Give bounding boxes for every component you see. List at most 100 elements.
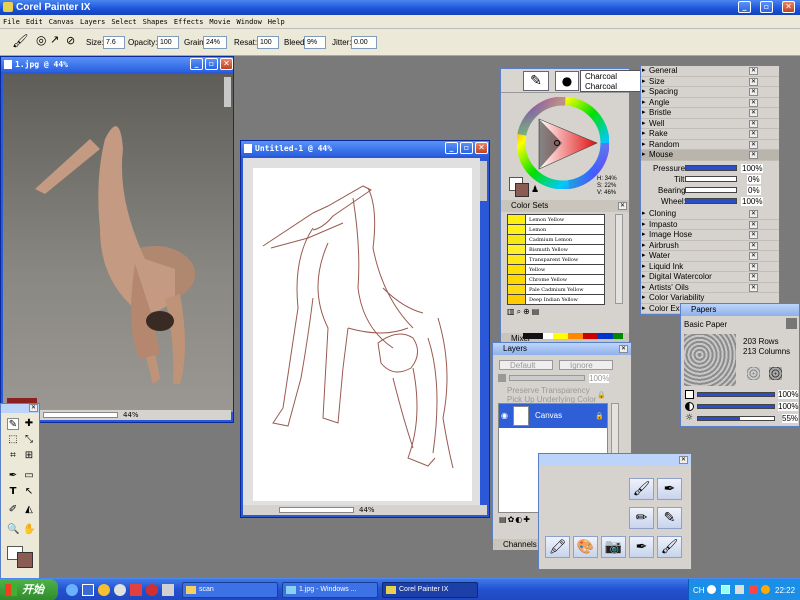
bearing-value[interactable]: 0%	[747, 186, 761, 195]
section-water[interactable]: Water✕	[641, 251, 779, 262]
doc1-zoom-slider[interactable]	[43, 412, 118, 418]
media-quicklaunch-icon[interactable]	[130, 584, 142, 596]
paper-scale-slider[interactable]	[697, 392, 775, 397]
close-icon[interactable]: ✕	[749, 98, 758, 107]
brush-category-name[interactable]: Charcoal	[585, 72, 617, 81]
rect-select-tool-icon[interactable]: ⬚	[7, 434, 19, 446]
layer-opacity-value[interactable]: 100%	[589, 374, 610, 383]
app2-quicklaunch-icon[interactable]	[162, 584, 174, 596]
section-color-variability[interactable]: Color Variability	[641, 293, 779, 304]
doc1-maximize-button[interactable]: ▫	[205, 58, 218, 70]
grabber-tool-icon[interactable]: ✋	[23, 524, 35, 536]
crop-tool-icon[interactable]: ⌗	[7, 450, 19, 462]
text-tool-icon[interactable]: T	[7, 486, 19, 498]
section-cloning[interactable]: Cloning✕	[641, 209, 779, 220]
layer-commands-icon[interactable]: ▤	[499, 515, 508, 524]
menu-edit[interactable]: Edit	[23, 15, 46, 29]
section-impasto[interactable]: Impasto✕	[641, 220, 779, 230]
close-icon[interactable]: ✕	[749, 252, 758, 260]
qq-quicklaunch-icon[interactable]	[114, 584, 126, 596]
section-artists-oils[interactable]: Artists' Oils✕	[641, 283, 779, 293]
jitter-field[interactable]: 0.00	[351, 36, 377, 49]
doc2-canvas-area[interactable]	[243, 158, 480, 508]
invert-paper-icon[interactable]	[747, 367, 760, 380]
menu-window[interactable]: Window	[234, 15, 265, 29]
ink-brush-icon[interactable]: ✒	[629, 536, 654, 558]
color-set-row[interactable]: Yellow	[507, 264, 605, 275]
layers-close-icon[interactable]: ✕	[619, 345, 628, 353]
image-hose-brush-icon[interactable]: 🎨	[573, 536, 598, 558]
composite-depth-select[interactable]: Ignore	[559, 360, 613, 370]
close-button[interactable]: ✕	[782, 1, 795, 13]
menu-select[interactable]: Select	[108, 15, 139, 29]
paint-bucket-tool-icon[interactable]: ◭	[23, 504, 35, 516]
main-color-swatch[interactable]	[17, 552, 33, 568]
paper-library-icon[interactable]	[786, 318, 797, 329]
section-liquid-ink[interactable]: Liquid Ink✕	[641, 262, 779, 272]
doc2-minimize-button[interactable]: _	[445, 142, 458, 154]
menu-canvas[interactable]: Canvas	[46, 15, 77, 29]
volume-tray-icon[interactable]	[735, 585, 744, 594]
lasso-tool-icon[interactable]: ⤡	[23, 434, 35, 446]
start-button[interactable]: 开始	[0, 579, 58, 600]
antivirus-tray-icon[interactable]	[761, 585, 770, 594]
section-size[interactable]: Size✕	[641, 77, 779, 87]
minimize-button[interactable]: _	[738, 1, 751, 13]
size-field[interactable]: 7.6	[103, 36, 125, 49]
doc1-minimize-button[interactable]: _	[190, 58, 203, 70]
pressure-slider[interactable]	[685, 165, 737, 171]
network-tray-icon[interactable]	[721, 585, 730, 594]
transform-tool-icon[interactable]: ⊞	[23, 450, 35, 462]
color-sets-title-bar[interactable]: Color Sets ✕	[501, 200, 629, 212]
brush-library-close-icon[interactable]: ✕	[679, 456, 688, 464]
brush-variant-icon[interactable]: ●	[555, 71, 579, 91]
menu-help[interactable]: Help	[265, 15, 288, 29]
taskbar-item-picture-viewer[interactable]: 1.jpg - Windows ...	[282, 582, 378, 598]
shape-tool-icon[interactable]: ▭	[23, 470, 35, 482]
paper-brightness-value[interactable]: 55%	[782, 414, 799, 423]
doc2-zoom-slider[interactable]	[279, 507, 354, 513]
color-set-row[interactable]: Lemon	[507, 224, 605, 235]
close-icon[interactable]: ✕	[749, 283, 758, 292]
menu-layers[interactable]: Layers	[77, 15, 108, 29]
layer-lock-icon[interactable]: 🔒	[595, 412, 604, 420]
menu-movie[interactable]: Movie	[206, 15, 233, 29]
mixer-swatch-strip[interactable]	[523, 333, 623, 339]
section-well[interactable]: Well✕	[641, 119, 779, 129]
color-main-swatch[interactable]	[515, 183, 529, 197]
brush-variant-name[interactable]: Charcoal	[585, 82, 617, 91]
section-general[interactable]: General✕	[641, 66, 779, 77]
section-airbrush[interactable]: Airbrush✕	[641, 241, 779, 251]
section-digital-watercolor[interactable]: Digital Watercolor✕	[641, 272, 779, 283]
color-set-row[interactable]: Deep Indian Yellow	[507, 294, 605, 305]
color-wheel[interactable]	[517, 97, 609, 189]
color-set-add-icon[interactable]: ⊕	[523, 307, 532, 316]
wheel-value[interactable]: 100%	[741, 197, 764, 206]
pressure-value[interactable]: 100%	[741, 164, 764, 173]
paper-name[interactable]: Basic Paper	[684, 320, 727, 329]
close-icon[interactable]: ✕	[749, 210, 758, 218]
magnifier-tool-icon[interactable]: 🔍	[7, 524, 19, 536]
taskbar-item-painter[interactable]: Corel Painter IX	[382, 582, 478, 598]
messenger-quicklaunch-icon[interactable]	[98, 584, 110, 596]
security-tray-icon[interactable]	[749, 585, 758, 594]
close-icon[interactable]: ✕	[749, 262, 758, 271]
reset-tool-icon[interactable]: ⊘	[66, 34, 75, 47]
layer-row-canvas[interactable]: ◉ Canvas 🔒	[499, 404, 607, 428]
layers-title-bar[interactable]: Layers ✕	[493, 343, 631, 355]
pen-tool-icon[interactable]: ✒	[7, 470, 19, 482]
menu-effects[interactable]: Effects	[171, 15, 207, 29]
close-icon[interactable]: ✕	[749, 220, 758, 229]
opacity-field[interactable]: 100	[157, 36, 179, 49]
paper-contrast-slider[interactable]	[697, 404, 775, 409]
color-set-row[interactable]: Transparent Yellow	[507, 254, 605, 265]
close-icon[interactable]: ✕	[749, 67, 758, 75]
brush-library-title-bar[interactable]: ✕	[539, 454, 691, 466]
dab-type-icon[interactable]: ◎	[36, 33, 46, 47]
color-set-library-icon[interactable]: ▥	[507, 307, 517, 316]
bleed-field[interactable]: 9%	[304, 36, 326, 49]
color-set-row[interactable]: Bismuth Yellow	[507, 244, 605, 255]
eyedropper-tool-icon[interactable]: ✐	[7, 504, 19, 516]
paper-scale-value[interactable]: 100%	[778, 390, 799, 399]
paper-swap-icon[interactable]	[769, 367, 782, 380]
